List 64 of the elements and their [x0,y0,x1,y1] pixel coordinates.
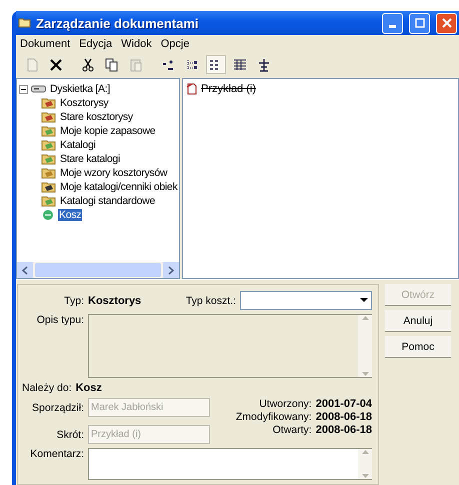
clipboard-icon [129,58,143,72]
tree-item[interactable]: Kosz [58,209,82,221]
toolbar-button[interactable] [206,55,226,74]
tree-item[interactable]: Dyskietka [A:] [49,83,111,95]
field-label: Typ koszt.: [186,294,236,306]
scrollbar[interactable] [17,262,179,278]
tree-item[interactable]: Moje katalogi/cenniki obiek [59,181,178,193]
field-label: Otwarty: [272,424,312,436]
date-value: 2001-07-04 [316,398,372,410]
comment-box[interactable] [88,448,372,480]
folder-icon [41,181,56,193]
menu-item[interactable]: Dokument [20,38,70,50]
copy-icon [105,58,119,72]
details-view-icon [233,58,247,72]
tree-item[interactable]: Moje kopie zapasowe [59,125,156,137]
close-icon [49,58,63,72]
tree-view-icon [185,58,199,72]
close-button[interactable] [436,12,457,34]
tree-item[interactable]: Kosztorysy [59,97,110,109]
dialog-button[interactable]: Anuluj [385,310,451,332]
type-value: Kosztorys [88,294,142,306]
document-icon [186,83,198,95]
date-value: 2008-06-18 [316,411,372,423]
tree-item[interactable]: Moje wzory kosztorysów [59,167,168,179]
menu-item[interactable]: Edycja [79,38,112,50]
scroll-right-icon[interactable] [168,266,174,274]
menu-item[interactable]: Widok [121,38,152,50]
minimize-icon [389,24,396,28]
window-title: Zarządzanie dokumentami [36,16,200,30]
folder-icon [41,125,56,137]
folder-icon [41,97,56,109]
drive-icon [31,84,46,94]
file-item[interactable]: Przykład (i) [201,83,256,95]
minimize-button[interactable] [382,12,403,34]
tree-item[interactable]: Katalogi standardowe [59,195,156,207]
field-label: Opis typu: [36,314,84,326]
tree-item[interactable]: Katalogi [59,139,97,151]
field-label: Komentarz: [29,448,84,460]
collapse-icon[interactable] [19,84,28,94]
date-value: 2008-06-18 [316,424,372,436]
folder-icon [41,139,56,151]
folder-icon [41,195,56,207]
maximize-icon [414,18,424,28]
scissors-icon [81,58,95,72]
dialog-button[interactable]: Pomoc [385,336,451,358]
owner-value: Kosz [76,382,102,394]
scroll-left-icon[interactable] [22,266,28,274]
blank-page-icon [25,58,39,72]
tree-item[interactable]: Stare kosztorysy [59,111,134,123]
field-label: Sporządził: [31,402,84,414]
field-label: Zmodyfikowany: [236,411,312,423]
description-box[interactable] [88,314,372,378]
menu-item[interactable]: Opcje [160,38,190,50]
maximize-button[interactable] [409,12,430,34]
folder-icon [41,167,56,179]
field-label: Należy do: [22,382,72,394]
folders-icon [18,17,32,29]
field-label: Typ: [63,294,84,306]
close-icon [442,18,452,28]
folder-icon [41,153,56,165]
folder-icon [41,111,56,123]
tree-item[interactable]: Stare katalogi [59,153,122,165]
field-label: Utworzony: [258,398,312,410]
field-label: Skrót: [56,428,84,440]
